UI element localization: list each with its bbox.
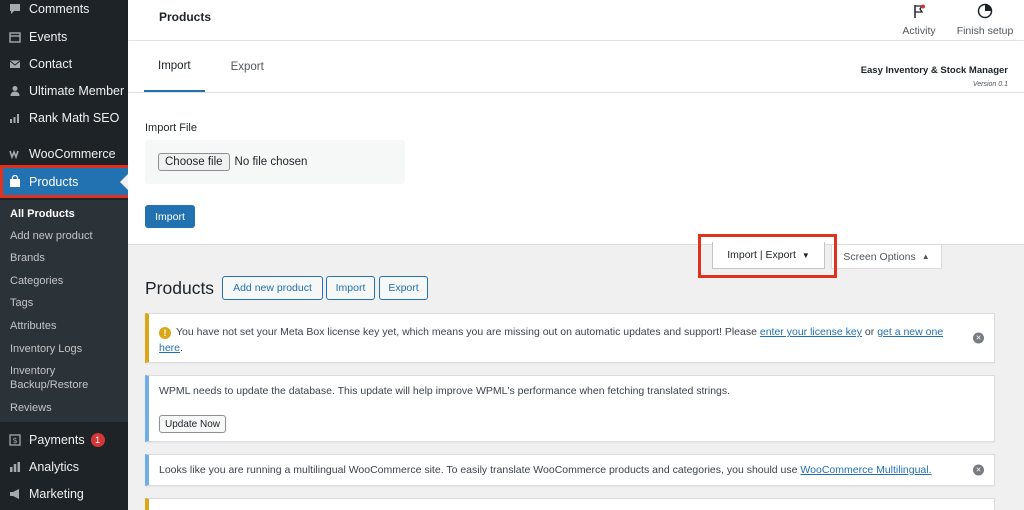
import-export-toggle[interactable]: Import | Export ▼ bbox=[712, 242, 825, 269]
submenu-inventory-backup-restore[interactable]: Inventory Backup/Restore bbox=[10, 364, 122, 392]
svg-text:$: $ bbox=[12, 436, 17, 445]
choose-file-button[interactable]: Choose file bbox=[158, 153, 230, 171]
woocommerce-multilingual-link[interactable]: WooCommerce Multilingual. bbox=[800, 464, 931, 476]
notice-text: WPML needs to update the database. This … bbox=[159, 385, 731, 397]
page-title: Products bbox=[159, 10, 212, 24]
comment-icon bbox=[8, 2, 22, 16]
update-now-button[interactable]: Update Now bbox=[159, 415, 227, 433]
import-submit-button[interactable]: Import bbox=[145, 205, 195, 228]
import-export-label: Import | Export bbox=[727, 249, 796, 261]
submenu-all-products[interactable]: All Products bbox=[10, 207, 122, 221]
top-bar: Products Activity Finish setup bbox=[128, 0, 1024, 40]
submenu-inventory-logs[interactable]: Inventory Logs bbox=[10, 342, 122, 356]
calendar-icon bbox=[8, 30, 22, 44]
tab-divider bbox=[128, 92, 1024, 93]
partial-notice bbox=[145, 498, 995, 510]
tab-import[interactable]: Import bbox=[144, 41, 205, 92]
sidebar-item-label: WooCommerce bbox=[29, 146, 116, 161]
screen-options-label: Screen Options bbox=[843, 250, 916, 263]
bag-icon bbox=[8, 175, 22, 189]
woo-icon bbox=[8, 147, 22, 161]
plugin-name: Easy Inventory & Stock Manager bbox=[860, 65, 1008, 76]
tab-export[interactable]: Export bbox=[217, 41, 278, 92]
products-heading: Products bbox=[145, 278, 215, 298]
notice-text: You have not set your Meta Box license k… bbox=[176, 326, 760, 338]
file-input-area: Choose file No file chosen bbox=[145, 140, 405, 184]
finish-setup-button[interactable]: Finish setup bbox=[954, 0, 1016, 40]
sidebar-item-label: Contact bbox=[29, 56, 73, 71]
sidebar-item-payments[interactable]: $ Payments 1 bbox=[0, 426, 128, 453]
submenu-brands[interactable]: Brands bbox=[10, 251, 122, 265]
mail-icon bbox=[8, 57, 22, 71]
warning-icon: ! bbox=[159, 327, 171, 339]
sidebar-item-label: Events bbox=[29, 29, 68, 44]
chart-icon bbox=[8, 111, 22, 125]
dollar-icon: $ bbox=[8, 433, 22, 447]
file-status: No file chosen bbox=[234, 156, 308, 168]
sidebar-item-ultimate-member[interactable]: Ultimate Member bbox=[0, 77, 128, 104]
sidebar-item-events[interactable]: Events bbox=[0, 23, 128, 50]
wpml-update-notice: WPML needs to update the database. This … bbox=[145, 375, 995, 442]
panel-tabs: Import Export bbox=[144, 41, 278, 93]
sidebar-item-label: Analytics bbox=[29, 459, 80, 474]
sidebar-item-label: Payments bbox=[29, 432, 85, 447]
dismiss-icon[interactable]: × bbox=[973, 464, 984, 476]
user-icon bbox=[8, 84, 22, 98]
notice-text: Looks like you are running a multilingua… bbox=[159, 464, 801, 476]
flag-icon bbox=[912, 4, 926, 25]
notification-badge: 1 bbox=[90, 432, 105, 447]
sidebar-item-woocommerce[interactable]: WooCommerce bbox=[0, 140, 128, 167]
sidebar-item-analytics[interactable]: Analytics bbox=[0, 453, 128, 480]
progress-ring-icon bbox=[977, 3, 993, 25]
sidebar-item-label: Ultimate Member bbox=[29, 83, 125, 98]
sidebar-item-label: Rank Math SEO bbox=[29, 110, 120, 125]
export-button[interactable]: Export bbox=[379, 276, 428, 300]
plugin-version: Version 0.1 bbox=[972, 81, 1008, 88]
notice-text: . bbox=[180, 342, 183, 354]
caret-down-icon: ▼ bbox=[801, 250, 810, 260]
import-export-panel: Import Export Easy Inventory & Stock Man… bbox=[128, 41, 1024, 245]
dismiss-icon[interactable]: × bbox=[973, 332, 984, 344]
metabox-license-notice: ! You have not set your Meta Box license … bbox=[145, 313, 995, 363]
activity-button[interactable]: Activity bbox=[899, 0, 939, 40]
submenu-tags[interactable]: Tags bbox=[10, 296, 122, 310]
notice-text: or bbox=[862, 326, 878, 338]
screen-options-toggle[interactable]: Screen Options ▲ bbox=[831, 245, 942, 269]
megaphone-icon bbox=[8, 487, 22, 501]
sidebar-item-comments[interactable]: Comments bbox=[0, 0, 128, 22]
sidebar-item-label: Products bbox=[29, 174, 79, 189]
sidebar-item-rank-math[interactable]: Rank Math SEO bbox=[0, 104, 128, 131]
admin-sidebar: Comments Events Contact Ultimate Member … bbox=[0, 0, 131, 510]
activity-label: Activity bbox=[902, 24, 936, 37]
add-new-product-button[interactable]: Add new product bbox=[222, 276, 323, 300]
submenu-add-new-product[interactable]: Add new product bbox=[10, 229, 122, 243]
sidebar-item-contact[interactable]: Contact bbox=[0, 50, 128, 77]
sidebar-item-label: Marketing bbox=[29, 486, 84, 501]
enter-license-key-link[interactable]: enter your license key bbox=[760, 326, 862, 338]
sidebar-item-products[interactable]: Products bbox=[0, 168, 128, 195]
multilingual-notice: Looks like you are running a multilingua… bbox=[145, 454, 995, 486]
caret-up-icon: ▲ bbox=[921, 252, 930, 261]
import-file-label: Import File bbox=[145, 122, 197, 134]
finish-setup-label: Finish setup bbox=[956, 25, 1014, 37]
import-button[interactable]: Import bbox=[326, 276, 375, 300]
bar-chart-icon bbox=[8, 460, 22, 474]
products-submenu: All Products Add new product Brands Cate… bbox=[0, 200, 128, 422]
sidebar-item-label: Comments bbox=[29, 1, 90, 16]
submenu-attributes[interactable]: Attributes bbox=[10, 319, 122, 333]
submenu-categories[interactable]: Categories bbox=[10, 274, 122, 288]
submenu-reviews[interactable]: Reviews bbox=[10, 401, 122, 415]
sidebar-item-marketing[interactable]: Marketing bbox=[0, 480, 128, 507]
